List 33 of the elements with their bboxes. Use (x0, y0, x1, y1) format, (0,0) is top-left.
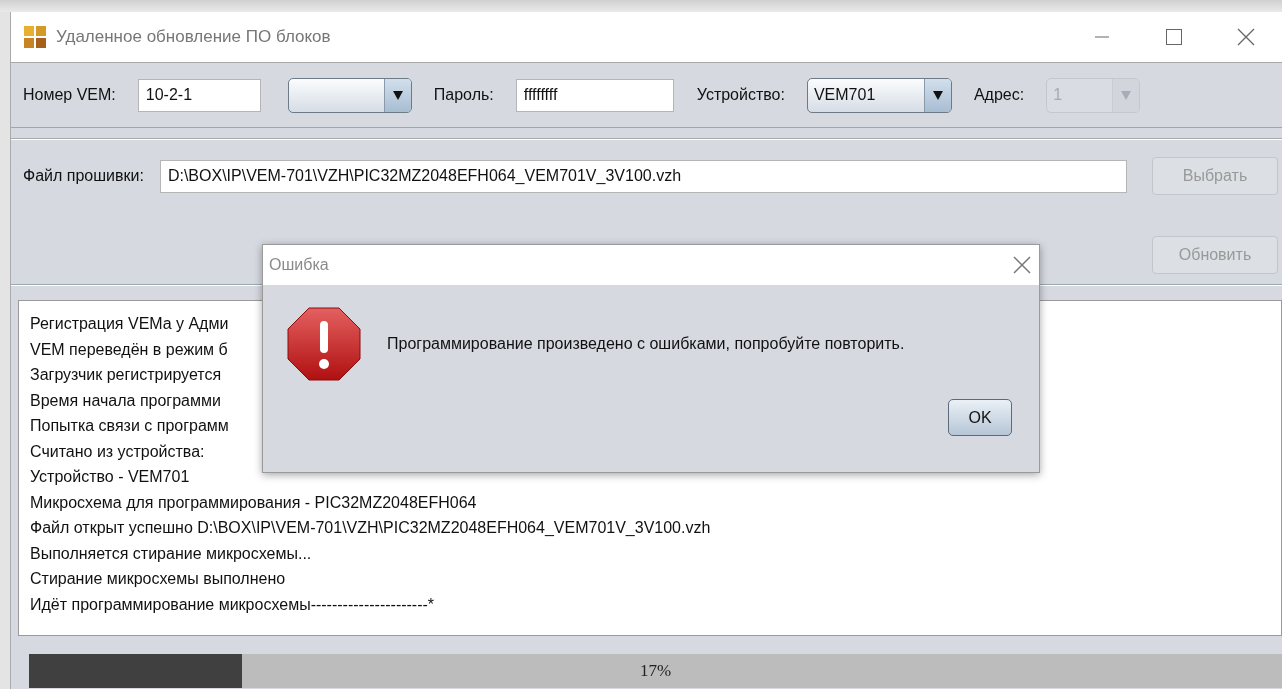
log-line: Стирание микросхемы выполнено (30, 569, 286, 589)
log-line: Идёт программирование микросхемы----------------------* (30, 594, 435, 615)
log-line: Попытка связи с программ (30, 416, 229, 436)
error-icon (287, 307, 361, 381)
dropdown[interactable] (287, 77, 412, 113)
window-title: Удаленное обновление ПО блоков (56, 27, 332, 47)
log-line: Выполняется стирание микросхемы... (30, 543, 312, 564)
text-field[interactable]: ffffffff (515, 78, 674, 112)
field-label: Номер VEM: (23, 86, 116, 104)
log-line: Считано из устройства: (30, 441, 205, 462)
field-label: Пароль: (433, 86, 494, 104)
dropdown-arrow-icon (391, 89, 404, 101)
log-line: Регистрация VEMа у Адми (30, 314, 229, 334)
close-icon[interactable] (1013, 256, 1031, 274)
dropdown-arrow-icon (931, 89, 944, 101)
field-label: Файл прошивки: (23, 167, 144, 185)
log-line: Загрузчик регистрируется (30, 365, 222, 385)
log-line: Микросхема для программирования - PIC32MZ2048EFH064 (30, 492, 477, 513)
log-line: Устройство - VEM701 (30, 467, 190, 487)
error-message: Программирование произведено с ошибками, попробуйте повторить. (387, 335, 905, 353)
field-label: Адрес: (973, 86, 1025, 104)
field-label: Устройство: (696, 86, 785, 104)
dropdown-arrow-icon (1120, 89, 1133, 101)
dropdown[interactable]: VEM701 (806, 77, 952, 113)
text-field[interactable]: 10-2-1 (137, 78, 261, 112)
ok-button[interactable]: OK (948, 399, 1012, 436)
progress-label: 17% (639, 661, 672, 680)
log-line: Время начала программи (30, 390, 221, 411)
dialog-title: Ошибка (269, 256, 329, 274)
log-line: Файл открыт успешно D:\BOX\IP\VEM-701\VZH\PIC32MZ2048EFH064_VEM701V_3V100.vzh (30, 518, 711, 538)
file-path-field[interactable]: D:\BOX\IP\VEM-701\VZH\PIC32MZ2048EFH064_VEM701V_3V100.vzh (159, 159, 1127, 193)
log-line: VEM переведён в режим б (30, 339, 228, 360)
app-icon (24, 26, 46, 48)
